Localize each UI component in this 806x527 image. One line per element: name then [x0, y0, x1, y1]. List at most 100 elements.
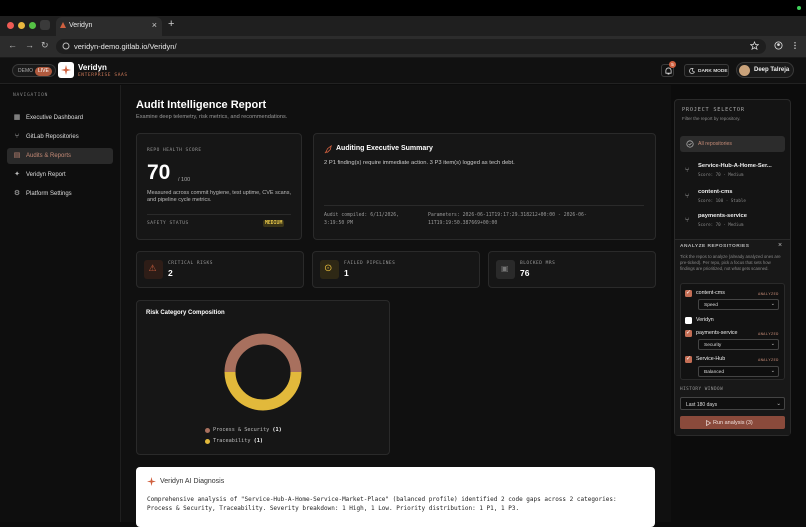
- notification-count-badge: 5: [669, 61, 676, 68]
- legend-swatch: [205, 439, 210, 444]
- focus-value: Speed: [704, 302, 718, 308]
- tab-search-icon[interactable]: [40, 20, 50, 30]
- close-icon[interactable]: ×: [778, 242, 782, 249]
- analyzed-badge: ANALYZED: [758, 331, 779, 336]
- close-window-icon[interactable]: [7, 22, 14, 29]
- target-icon: ⊙: [320, 260, 339, 279]
- status-dot-icon: [797, 6, 801, 10]
- parameters-line-1: Parameters: 2026-06-11T19:17:29.318212+0…: [428, 213, 587, 218]
- run-analysis-label: Run analysis (3): [713, 419, 753, 426]
- branch-icon: ⑂: [685, 217, 690, 224]
- chart-title: Risk Category Composition: [146, 310, 225, 316]
- legend-swatch: [205, 428, 210, 433]
- browser-menu-icon[interactable]: [792, 41, 798, 50]
- critical-risks-label: CRITICAL RISKS: [168, 261, 213, 266]
- chevron-down-icon: ⌄: [770, 301, 775, 307]
- sidebar-item-gitlab-repositories[interactable]: ⑂ GitLab Repositories: [7, 129, 113, 145]
- user-menu[interactable]: Deep Talreja: [736, 62, 794, 78]
- lock-icon: ▣: [496, 260, 515, 279]
- site-info-icon[interactable]: [62, 42, 70, 50]
- veridyn-logo: [58, 62, 74, 78]
- failed-pipelines-value: 1: [344, 268, 349, 278]
- brand-name: Veridyn: [78, 63, 107, 72]
- demo-live-toggle[interactable]: DEMO LIVE: [12, 64, 56, 77]
- new-tab-button[interactable]: +: [168, 18, 174, 30]
- sidebar-item-label: Veridyn Report: [26, 171, 66, 178]
- sidebar-item-label: Audits & Reports: [26, 152, 72, 159]
- focus-select-payments-service[interactable]: Security ⌄: [698, 339, 779, 350]
- sidebar-item-veridyn-report[interactable]: ✦ Veridyn Report: [7, 167, 113, 183]
- analyzed-badge: ANALYZED: [758, 291, 779, 296]
- user-name: Deep Talreja: [754, 67, 790, 73]
- safety-status-label: SAFETY STATUS: [147, 221, 189, 226]
- gear-icon: ⚙: [13, 190, 21, 197]
- sidebar-item-label: Executive Dashboard: [26, 114, 84, 121]
- repo-name: Service-Hub-A-Home-Ser...: [698, 163, 772, 169]
- repo-option-payments-service[interactable]: ⑂ payments-service Score: 70 · Medium: [680, 211, 785, 233]
- chevron-down-icon: ⌄: [770, 368, 775, 374]
- focus-select-content-cms[interactable]: Speed ⌄: [698, 299, 779, 310]
- repo-name: content-cms: [698, 189, 733, 195]
- checkbox-payments-service[interactable]: [685, 329, 692, 337]
- dark-mode-button[interactable]: DARK MODE: [684, 64, 729, 77]
- parameters-line-2: 11T19:19:50.387669+00:00: [428, 221, 498, 226]
- history-window-label: HISTORY WINDOW: [680, 387, 724, 392]
- audit-compiled-time: 3:19:50 PM: [324, 221, 353, 226]
- tab-close-icon[interactable]: ×: [152, 20, 157, 30]
- donut-slice-traceability: [224, 371, 302, 411]
- sidebar-item-platform-settings[interactable]: ⚙ Platform Settings: [7, 186, 113, 202]
- focus-value: Security: [704, 342, 722, 348]
- checkbox-content-cms[interactable]: [685, 289, 692, 297]
- profile-icon[interactable]: [774, 41, 783, 50]
- legend-label: Traceability (1): [213, 438, 263, 444]
- diagnosis-title: Veridyn AI Diagnosis: [160, 478, 225, 485]
- sparkle-icon: [147, 477, 156, 486]
- repo-option-content-cms[interactable]: ⑂ content-cms Score: 100 · Stable: [680, 187, 785, 209]
- repo-name: payments-service: [698, 213, 747, 219]
- bell-icon: [664, 67, 672, 75]
- warning-icon: ⚠: [144, 260, 163, 279]
- diagnosis-text: Comprehensive analysis of "Service-Hub-A…: [147, 496, 617, 512]
- analyzed-badge: ANALYZED: [758, 357, 779, 362]
- minimize-window-icon[interactable]: [18, 22, 25, 29]
- all-repositories-label: All repositories: [698, 141, 733, 147]
- analyze-description: Tick the repos to analyze (already analy…: [680, 254, 781, 271]
- address-bar[interactable]: veridyn-demo.gitlab.io/Veridyn/: [56, 39, 766, 54]
- all-repositories-option[interactable]: All repositories: [680, 136, 785, 152]
- history-window-select[interactable]: Last 180 days ⌄: [680, 397, 785, 410]
- bookmark-star-icon[interactable]: [750, 41, 759, 50]
- browser-tab[interactable]: Veridyn ×: [56, 17, 162, 36]
- maximize-window-icon[interactable]: [29, 22, 36, 29]
- document-icon: ▤: [13, 152, 21, 159]
- forward-icon[interactable]: →: [25, 40, 34, 50]
- health-score: 70: [147, 161, 171, 184]
- risk-donut-chart: [224, 333, 302, 411]
- play-icon: [706, 419, 711, 426]
- checkbox-service-hub[interactable]: [685, 355, 692, 363]
- check-circle-icon: [686, 140, 694, 148]
- brand-tagline: ENTERPRISE SAAS: [78, 73, 128, 78]
- critical-risks-value: 2: [168, 268, 173, 278]
- blocked-mrs-value: 76: [520, 268, 530, 278]
- reload-icon[interactable]: ↻: [41, 40, 49, 51]
- tab-title: Veridyn: [69, 22, 93, 29]
- live-label: LIVE: [35, 66, 52, 76]
- sidebar-item-executive-dashboard[interactable]: ▦ Executive Dashboard: [7, 110, 113, 126]
- repo-option-service-hub[interactable]: ⑂ Service-Hub-A-Home-Ser... Score: 70 · …: [680, 161, 785, 183]
- page-subtitle: Examine deep telemetry, risk metrics, an…: [136, 114, 288, 120]
- sidebar-item-label: GitLab Repositories: [26, 133, 79, 140]
- sidebar-item-audits-reports[interactable]: ▤ Audits & Reports: [7, 148, 113, 164]
- health-score-description: Measured across commit hygiene, test upt…: [147, 190, 291, 203]
- checkbox-veridyn[interactable]: [685, 317, 692, 324]
- legend-label: Process & Security (1): [213, 427, 282, 433]
- sparkle-icon: ✦: [14, 171, 20, 178]
- audit-compiled-label: Audit compiled: 6/11/2026,: [324, 213, 400, 218]
- chevron-down-icon: ⌄: [770, 341, 775, 347]
- analyze-title: ANALYZE REPOSITORIES: [680, 244, 750, 249]
- focus-select-service-hub[interactable]: Balanced ⌄: [698, 366, 779, 377]
- analyze-repo-name: Veridyn: [696, 317, 714, 323]
- run-analysis-button[interactable]: Run analysis (3): [680, 416, 785, 429]
- back-icon[interactable]: ←: [8, 40, 17, 50]
- project-selector-subtitle: Filter the report by repository.: [682, 116, 741, 121]
- dashboard-icon: ▦: [13, 114, 21, 121]
